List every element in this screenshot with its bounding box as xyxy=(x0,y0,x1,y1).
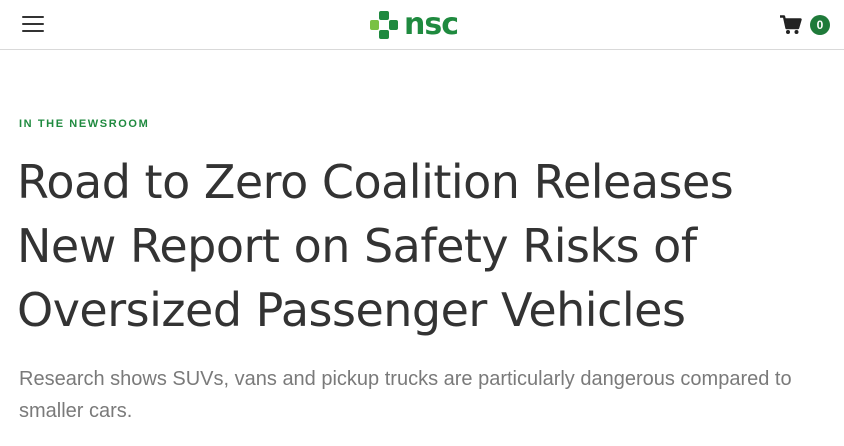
cart-button[interactable]: 0 xyxy=(780,12,834,38)
cart-count-badge: 0 xyxy=(810,15,830,35)
section-eyebrow: IN THE NEWSROOM xyxy=(19,118,150,130)
article-headline: Road to Zero Coalition Releases New Repo… xyxy=(17,155,734,337)
logo-text: nsc xyxy=(404,7,459,42)
article-subheadline: Research shows SUVs, vans and pickup tru… xyxy=(19,368,792,422)
hamburger-menu-icon[interactable] xyxy=(22,13,46,35)
shopping-cart-icon xyxy=(780,15,802,34)
nsc-logo[interactable]: nsc xyxy=(370,9,482,41)
site-header: nsc 0 xyxy=(0,0,844,50)
nsc-cross-icon xyxy=(370,11,398,39)
